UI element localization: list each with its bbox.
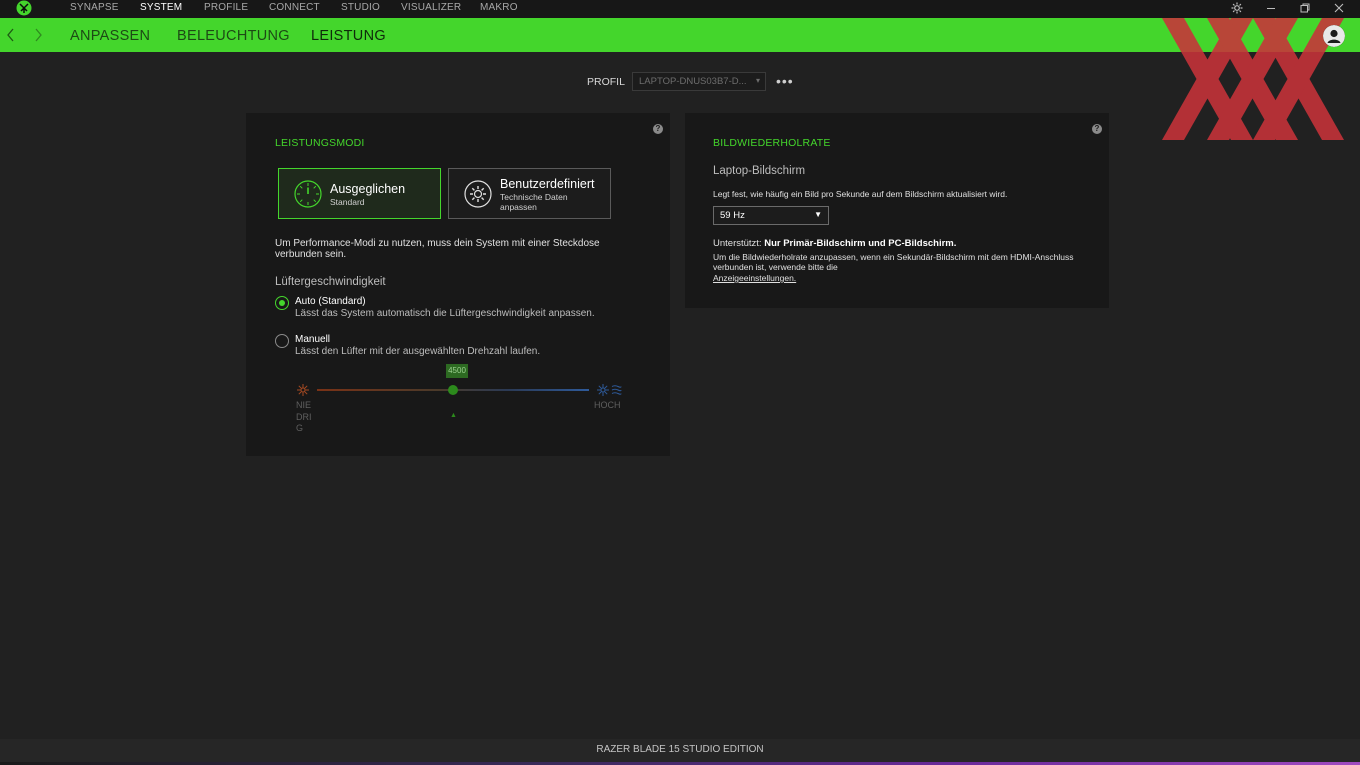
fan-auto-label[interactable]: Auto (Standard) (295, 296, 366, 307)
supported-label: Unterstützt: (713, 238, 762, 249)
fan-high-icon (597, 384, 622, 396)
refresh-rate-title: BILDWIEDERHOLRATE (713, 137, 831, 149)
topnav-synapse[interactable]: SYNAPSE (70, 2, 119, 13)
mode-subtitle-line1: Technische Daten (500, 192, 568, 202)
performance-title: LEISTUNGSMODI (275, 137, 365, 149)
slider-low-label-line: NIE (296, 400, 312, 410)
minimize-icon[interactable] (1264, 1, 1278, 15)
fan-auto-radio[interactable] (275, 296, 289, 310)
fan-speed-heading: Lüftergeschwindigkeit (275, 276, 386, 288)
help-icon[interactable]: ? (653, 124, 663, 134)
more-options-icon[interactable]: ••• (776, 74, 794, 88)
restore-icon[interactable] (1298, 1, 1312, 15)
supported-value: Nur Primär-Bildschirm und PC-Bildschirm. (764, 238, 957, 249)
tab-beleuchtung[interactable]: BELEUCHTUNG (177, 28, 290, 44)
power-note-line2: verbunden sein. (275, 249, 347, 260)
topnav-system[interactable]: SYSTEM (140, 2, 182, 13)
power-note-line1: Um Performance-Modi zu nutzen, muss dein… (275, 238, 600, 249)
mode-card-custom[interactable]: Benutzerdefiniert Technische Daten anpas… (448, 168, 611, 219)
caret-down-icon: ▼ (814, 210, 822, 219)
fan-speed-value: 4500 (446, 364, 468, 378)
supported-line: Unterstützt: Nur Primär-Bildschirm und P… (713, 238, 957, 250)
slider-high-label: HOCH (594, 400, 621, 410)
help-icon[interactable]: ? (1092, 124, 1102, 134)
slider-marker-icon: ▲ (450, 412, 457, 419)
fan-auto-description: Lässt das System automatisch die Lüfterg… (295, 308, 595, 319)
profile-label: PROFIL (587, 76, 625, 88)
topnav-visualizer[interactable]: VISUALIZER (401, 2, 461, 13)
fan-manual-description: Lässt den Lüfter mit der ausgewählten Dr… (295, 346, 541, 357)
slider-low-label: NIE DRI G (296, 400, 312, 435)
footer: RAZER BLADE 15 STUDIO EDITION (0, 739, 1360, 762)
refresh-description: Legt fest, wie häufig ein Bild pro Sekun… (713, 189, 1008, 199)
profile-value: LAPTOP-DNUS03B7-D... (639, 76, 747, 87)
avatar[interactable] (1323, 25, 1345, 47)
user-icon (1323, 25, 1345, 47)
refresh-rate-dropdown[interactable]: 59 Hz ▼ (713, 206, 829, 225)
refresh-info-line1: Um die Bildwiederholrate anzupassen, wen… (713, 252, 1074, 262)
slider-low-label-line: G (296, 423, 304, 433)
mode-subtitle-line2: anpassen (500, 202, 537, 212)
sub-navigation: ANPASSEN BELEUCHTUNG LEISTUNG (0, 18, 1360, 52)
chevron-right-icon[interactable] (32, 24, 44, 46)
gauge-icon (294, 180, 322, 208)
profile-dropdown[interactable]: LAPTOP-DNUS03B7-D... ▾ (632, 72, 766, 91)
device-name: RAZER BLADE 15 STUDIO EDITION (596, 744, 764, 755)
topnav-makro[interactable]: MAKRO (480, 2, 518, 13)
fan-speed-slider-thumb[interactable] (448, 385, 458, 395)
fan-manual-label[interactable]: Manuell (295, 334, 330, 345)
laptop-screen-heading: Laptop-Bildschirm (713, 165, 806, 177)
chevron-left-icon[interactable] (5, 24, 17, 46)
mode-title: Benutzerdefiniert (500, 177, 595, 191)
fan-manual-radio[interactable] (275, 334, 289, 348)
slider-low-label-line: DRI (296, 411, 312, 422)
topnav-connect[interactable]: CONNECT (269, 2, 320, 13)
tab-anpassen[interactable]: ANPASSEN (70, 28, 150, 44)
gear-icon (464, 180, 492, 208)
display-settings-link[interactable]: Anzeigeeinstellungen. (713, 273, 796, 284)
title-bar: SYNAPSE SYSTEM PROFILE CONNECT STUDIO VI… (0, 0, 1360, 18)
caret-down-icon: ▾ (755, 76, 760, 85)
gear-icon[interactable] (1230, 1, 1244, 15)
mode-card-balanced[interactable]: Ausgeglichen Standard (278, 168, 441, 219)
topnav-studio[interactable]: STUDIO (341, 2, 380, 13)
refresh-info-line2: verbunden ist, verwende bitte die (713, 262, 838, 272)
mode-title: Ausgeglichen (330, 182, 406, 196)
mode-subtitle: Standard (330, 197, 365, 207)
fan-low-icon (297, 384, 309, 396)
close-icon[interactable] (1332, 1, 1346, 15)
razer-logo-icon[interactable] (15, 0, 33, 16)
topnav-profile[interactable]: PROFILE (204, 2, 248, 13)
tab-leistung[interactable]: LEISTUNG (311, 28, 386, 44)
refresh-rate-value: 59 Hz (720, 210, 745, 221)
